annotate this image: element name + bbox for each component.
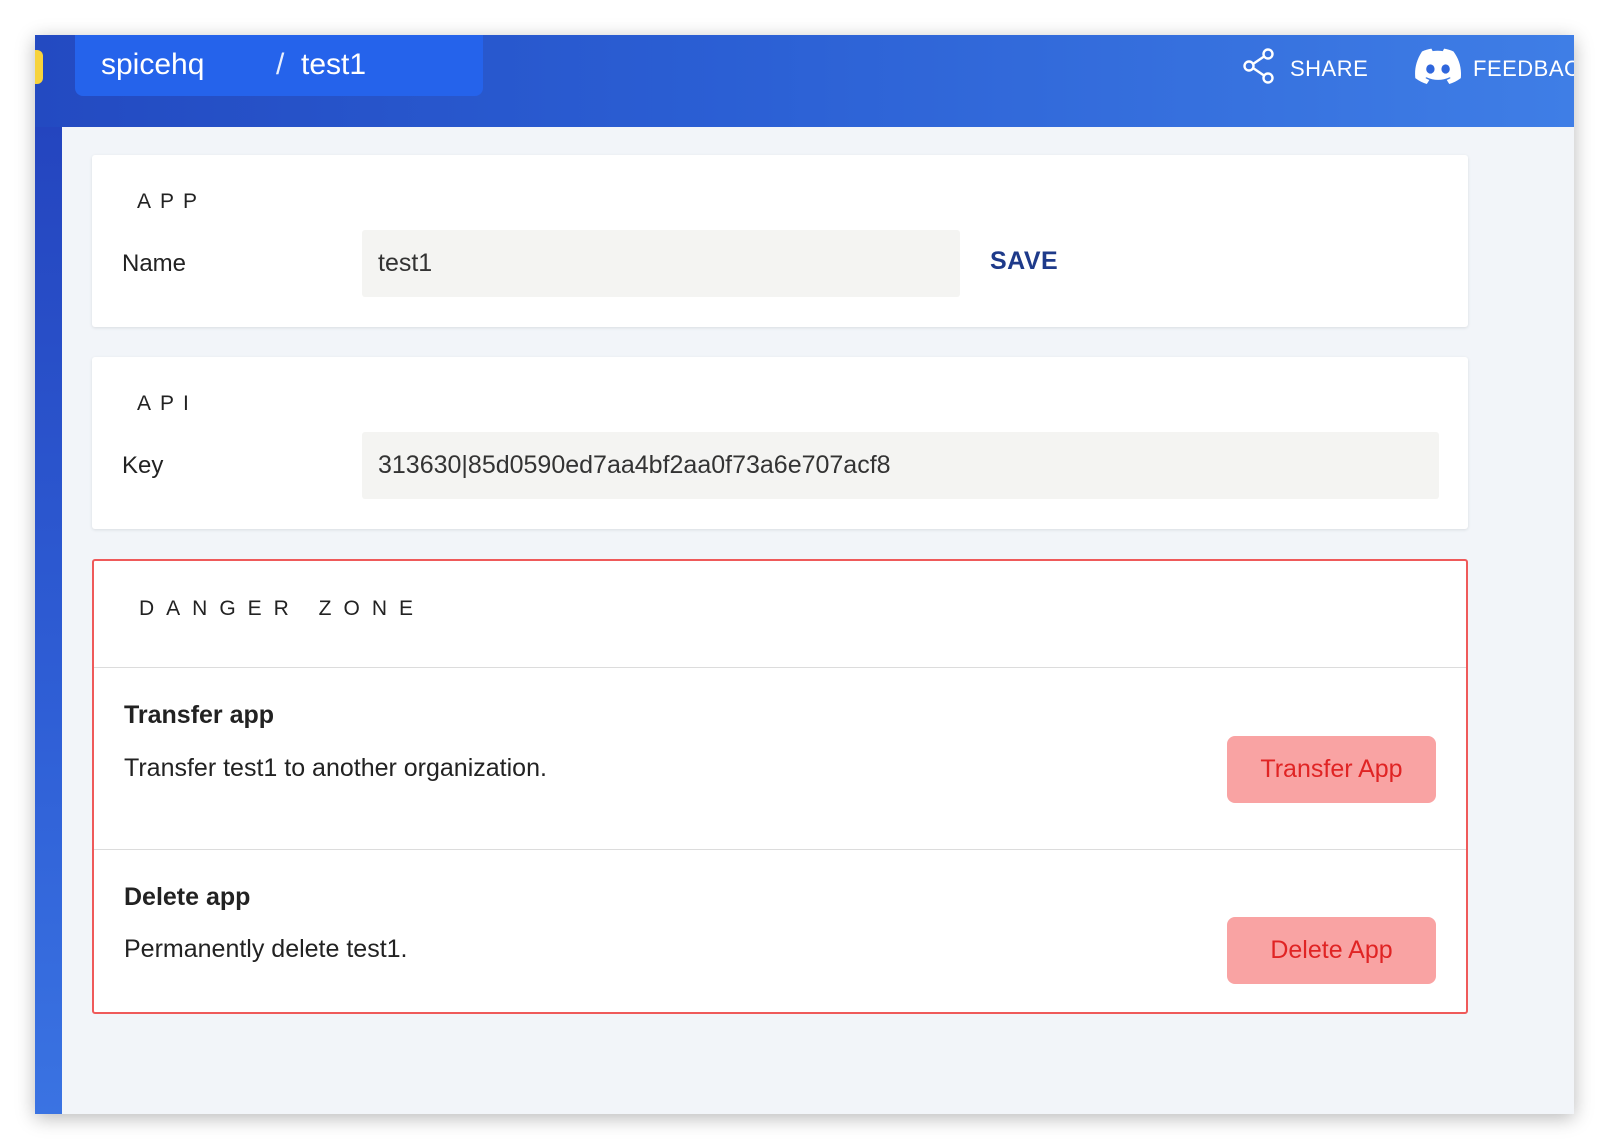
- top-bar: spicehq / test1 SHARE FEEDBAC: [35, 35, 1574, 127]
- app-section-title: APP: [137, 190, 207, 213]
- danger-zone-row-divider: [94, 849, 1466, 850]
- api-section-title: API: [137, 392, 198, 415]
- transfer-app-description: Transfer test1 to another organization.: [124, 754, 547, 782]
- delete-app-title: Delete app: [124, 883, 251, 911]
- sidebar-toggle-tab[interactable]: [35, 50, 43, 84]
- share-icon: [1242, 47, 1278, 91]
- name-label: Name: [122, 250, 187, 277]
- feedback-button[interactable]: FEEDBACK: [1415, 48, 1574, 90]
- app-settings-card: APP Name SAVE: [92, 155, 1468, 327]
- breadcrumb-org[interactable]: spicehq: [101, 48, 204, 82]
- share-button[interactable]: SHARE: [1242, 47, 1369, 91]
- delete-app-description: Permanently delete test1.: [124, 935, 408, 963]
- breadcrumb: spicehq / test1: [75, 35, 483, 96]
- app-window: spicehq / test1 SHARE FEEDBAC APP Name t…: [35, 35, 1574, 1114]
- transfer-app-title: Transfer app: [124, 701, 275, 729]
- sidebar: [35, 127, 62, 1114]
- danger-zone-divider: [94, 667, 1466, 668]
- transfer-app-button[interactable]: Transfer App: [1227, 736, 1436, 803]
- breadcrumb-app[interactable]: test1: [301, 48, 366, 82]
- danger-zone-card: DANGER ZONE Transfer app Transfer test1 …: [92, 559, 1468, 1014]
- key-label: Key: [122, 452, 164, 479]
- delete-app-button[interactable]: Delete App: [1227, 917, 1436, 984]
- app-name-input[interactable]: [362, 230, 960, 297]
- api-settings-card: API Key: [92, 357, 1468, 529]
- api-key-field[interactable]: [362, 432, 1439, 499]
- danger-zone-title: DANGER ZONE: [139, 597, 426, 620]
- feedback-label: FEEDBACK: [1473, 56, 1574, 81]
- discord-icon: [1415, 48, 1462, 90]
- save-button[interactable]: SAVE: [990, 247, 1058, 276]
- share-label: SHARE: [1290, 56, 1369, 81]
- breadcrumb-separator: /: [276, 48, 285, 81]
